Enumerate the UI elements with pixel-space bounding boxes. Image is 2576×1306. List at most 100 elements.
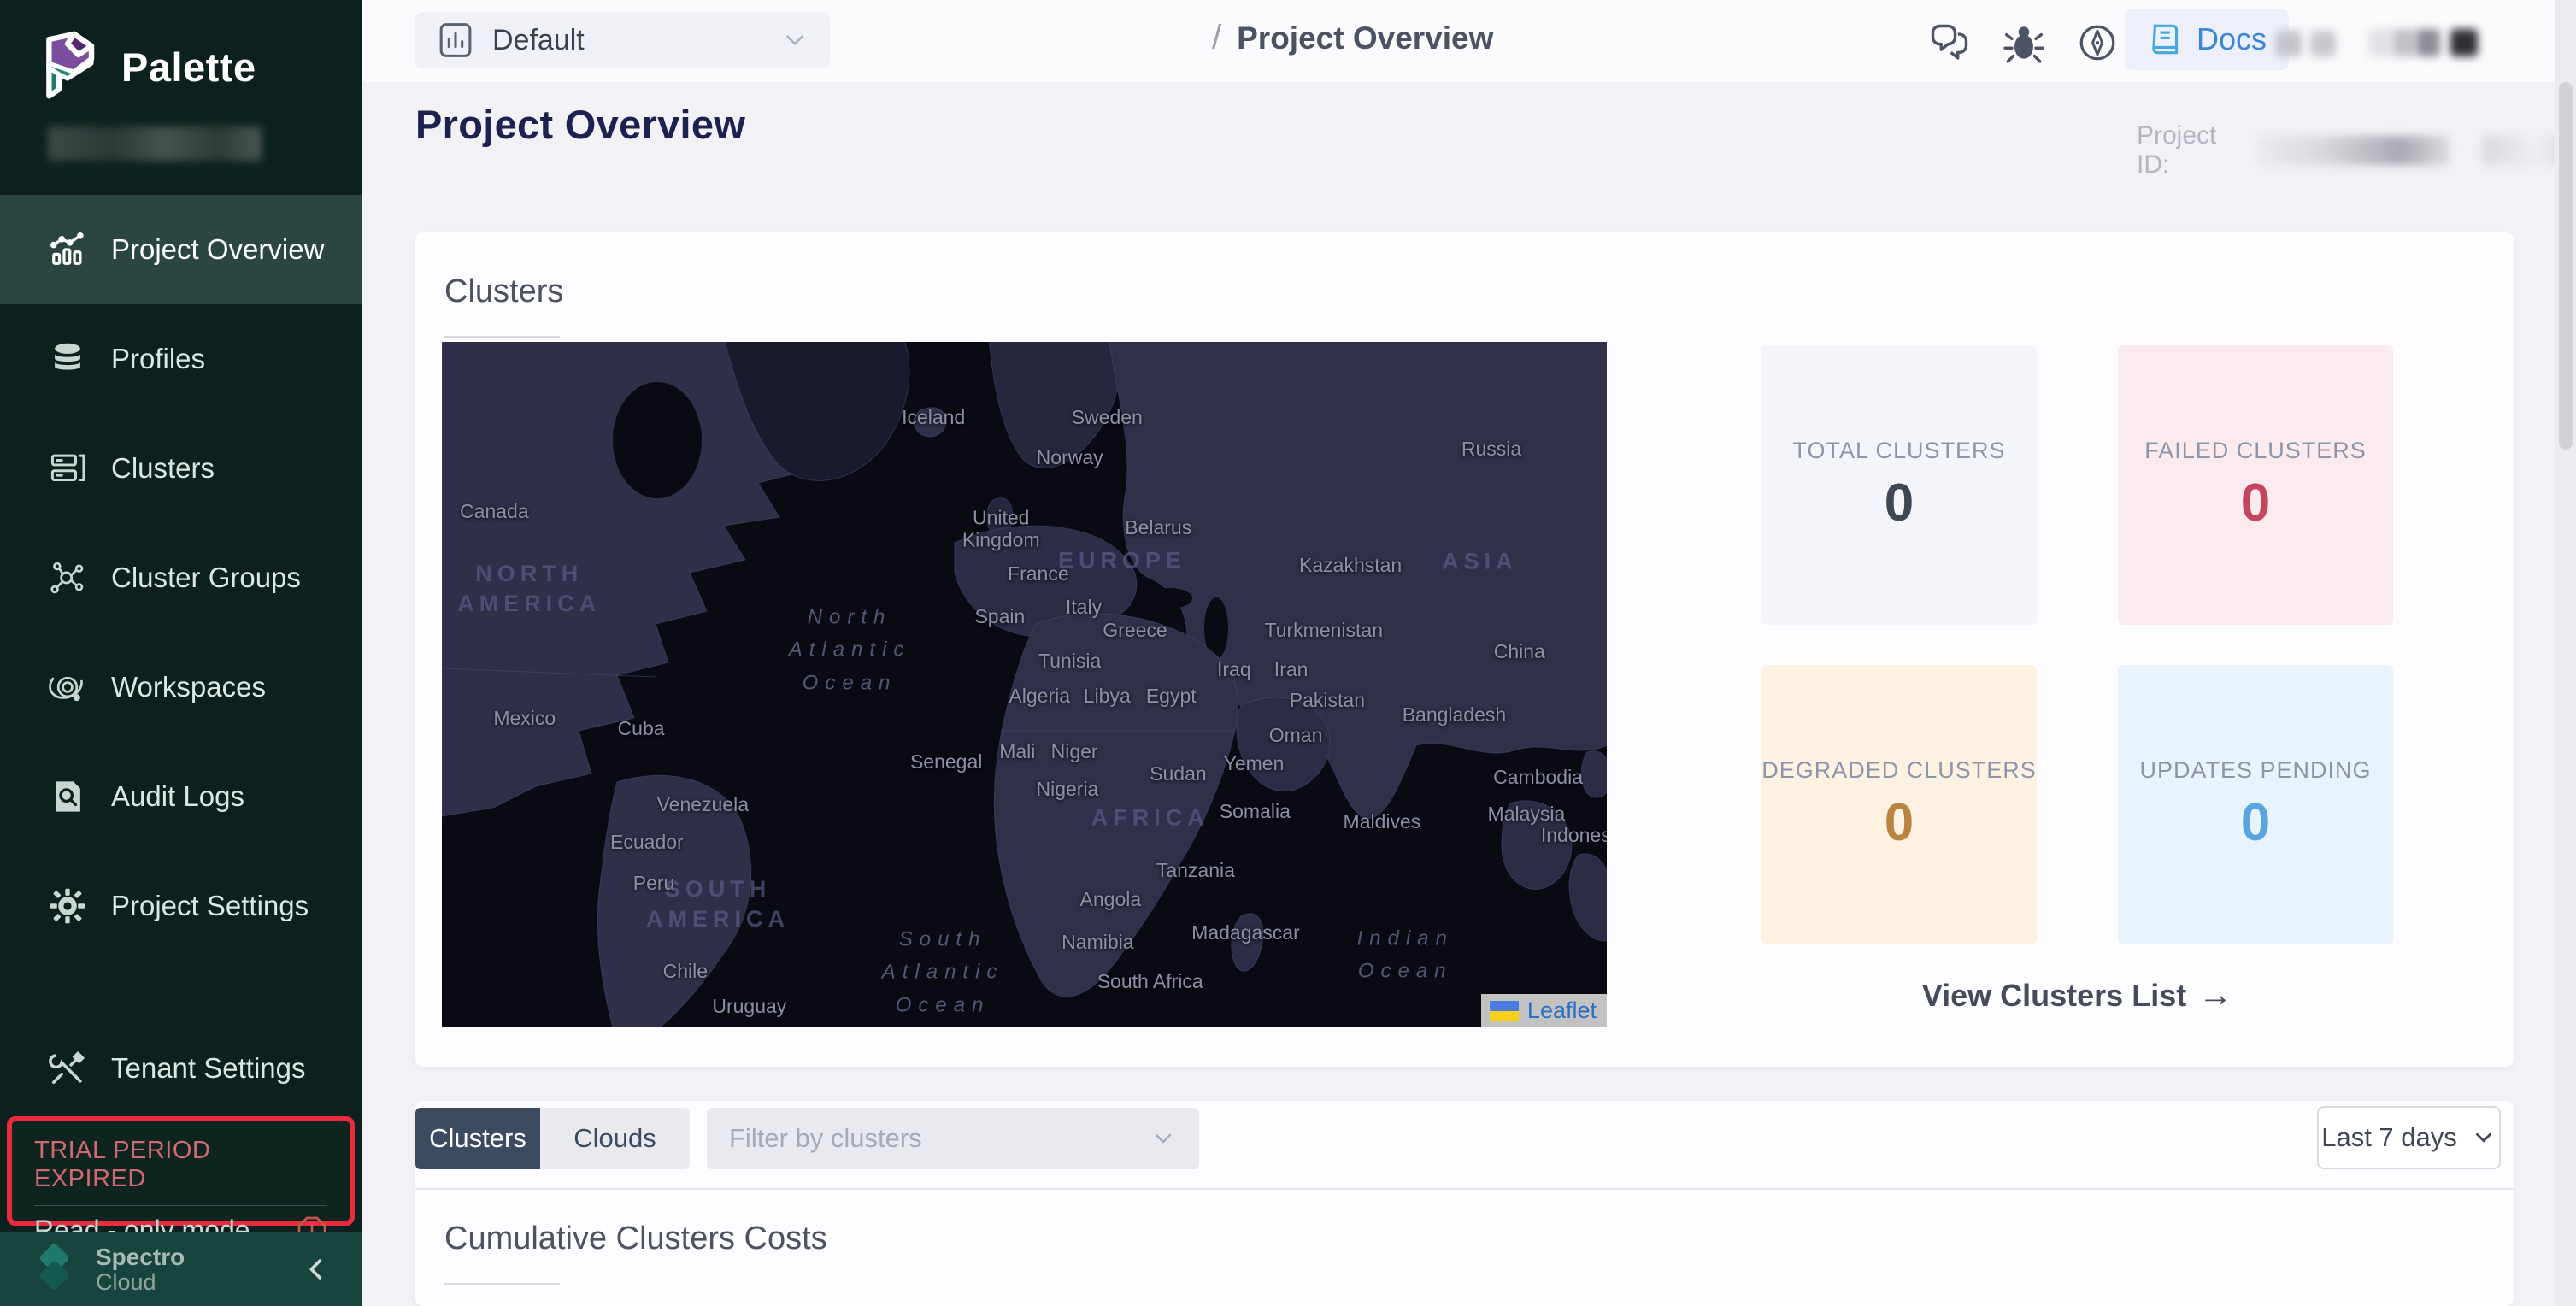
- stat-card-updates: UPDATES PENDING 0: [2118, 665, 2393, 944]
- sidebar-item-label: Project Settings: [111, 890, 309, 922]
- sidebar-item-project-overview[interactable]: Project Overview: [0, 195, 362, 304]
- sidebar-item-label: Clusters: [111, 452, 215, 485]
- sidebar-item-project-settings[interactable]: Project Settings: [0, 851, 362, 961]
- sidebar-item-label: Profiles: [111, 343, 205, 375]
- docs-button[interactable]: Docs: [2125, 9, 2289, 70]
- sidebar-item-label: Workspaces: [111, 671, 266, 703]
- stat-card-degraded: DEGRADED CLUSTERS 0: [1761, 665, 2037, 944]
- trial-divider: [34, 1205, 327, 1206]
- sidebar-item-label: Cluster Groups: [111, 562, 301, 594]
- app-logo: Palette: [0, 0, 362, 103]
- bug-icon: [2003, 21, 2045, 64]
- cluster-groups-network-icon: [48, 558, 87, 597]
- topbar: Default / Project Overview: [362, 0, 2576, 82]
- filter-placeholder: Filter by clusters: [729, 1123, 922, 1154]
- page-title: Project Overview: [415, 101, 745, 148]
- chat-bubbles-icon: [1927, 21, 1972, 65]
- project-id-label: Project ID:: [2137, 121, 2246, 179]
- sidebar-item-tenant-settings[interactable]: Tenant Settings: [0, 1014, 362, 1123]
- costs-tabs: Clusters Clouds: [415, 1108, 690, 1169]
- sidebar-item-clusters[interactable]: Clusters: [0, 414, 362, 523]
- sidebar-item-workspaces[interactable]: Workspaces: [0, 632, 362, 742]
- view-clusters-list-label: View Clusters List: [1922, 978, 2186, 1013]
- costs-divider: [415, 1188, 2514, 1190]
- sidebar-item-label: Tenant Settings: [111, 1052, 306, 1085]
- stat-value: 0: [2241, 473, 2270, 533]
- redacted-topbar-item: [2276, 31, 2302, 56]
- tab-clusters[interactable]: Clusters: [415, 1108, 540, 1169]
- redacted-topbar-item: [2416, 29, 2440, 56]
- costs-section-card: Clusters Clouds Filter by clusters Last …: [415, 1101, 2514, 1306]
- date-range-value: Last 7 days: [2321, 1122, 2457, 1153]
- trial-expired-banner: TRIAL PERIOD EXPIRED Read - only mode: [7, 1116, 355, 1226]
- sidebar-nav: Project Overview Profiles C: [0, 195, 362, 1123]
- breadcrumb-separator: /: [1212, 19, 1221, 57]
- leaflet-label: Leaflet: [1527, 997, 1597, 1024]
- bug-report-button[interactable]: [2000, 19, 2048, 67]
- section-title-underline: [444, 1283, 560, 1285]
- world-map-shapes: [442, 342, 1607, 1027]
- breadcrumb: / Project Overview: [1212, 19, 1493, 57]
- redacted-account-name: [48, 126, 262, 161]
- stat-label: FAILED CLUSTERS: [2144, 438, 2367, 464]
- ukraine-flag-icon: [1490, 1001, 1519, 1021]
- clusters-world-map[interactable]: IcelandSwedenNorwayRussiaCanadaUnited Ki…: [442, 342, 1607, 1027]
- redacted-topbar-item: [2368, 29, 2392, 56]
- profiles-stack-icon: [48, 339, 87, 379]
- trial-title: TRIAL PERIOD EXPIRED: [34, 1137, 327, 1193]
- cluster-stats-grid: TOTAL CLUSTERS0FAILED CLUSTERS0DEGRADED …: [1761, 345, 2393, 944]
- stat-label: DEGRADED CLUSTERS: [1761, 757, 2037, 784]
- chevron-down-icon: [2471, 1125, 2497, 1150]
- nav-divider-gap: [0, 961, 362, 1014]
- stat-label: TOTAL CLUSTERS: [1792, 438, 2005, 464]
- arrow-right-icon: →: [2198, 976, 2232, 1014]
- clusters-server-icon: [48, 449, 87, 488]
- redacted-topbar-item: [2450, 29, 2478, 56]
- clusters-section-card: Clusters: [415, 232, 2514, 1067]
- view-clusters-list-link[interactable]: View Clusters List →: [1761, 976, 2393, 1015]
- section-title-underline: [444, 336, 560, 338]
- brand-spectro: Spectro: [96, 1244, 185, 1269]
- project-selector-value: Default: [492, 24, 585, 57]
- filter-by-clusters-dropdown[interactable]: Filter by clusters: [707, 1108, 1199, 1169]
- sidebar-item-cluster-groups[interactable]: Cluster Groups: [0, 523, 362, 632]
- explore-button[interactable]: [2073, 19, 2121, 67]
- tab-clouds[interactable]: Clouds: [540, 1108, 690, 1169]
- stat-card-failed: FAILED CLUSTERS 0: [2118, 345, 2393, 625]
- scrollbar-thumb[interactable]: [2559, 82, 2573, 450]
- chevron-down-icon: [1150, 1125, 1177, 1152]
- clusters-section-title: Clusters: [444, 274, 563, 310]
- costs-section-title: Cumulative Clusters Costs: [444, 1221, 827, 1257]
- docs-label: Docs: [2197, 21, 2267, 57]
- stat-value: 0: [1885, 792, 1914, 853]
- compass-icon: [2076, 21, 2119, 64]
- sidebar-footer: Spectro Cloud: [0, 1232, 362, 1306]
- project-id-row: Project ID:: [2137, 121, 2576, 179]
- audit-logs-icon: [48, 777, 87, 816]
- project-selector-dropdown[interactable]: Default: [415, 12, 830, 68]
- book-icon: [2147, 21, 2185, 58]
- sidebar-item-profiles[interactable]: Profiles: [0, 304, 362, 414]
- date-range-dropdown[interactable]: Last 7 days: [2317, 1106, 2501, 1169]
- workspaces-orbit-icon: [48, 668, 87, 707]
- stat-value: 0: [1885, 473, 1914, 533]
- chat-button[interactable]: [1926, 19, 1973, 67]
- spectro-cloud-logo: [31, 1244, 80, 1294]
- page-scrollbar[interactable]: [2555, 0, 2576, 1306]
- brand-cloud: Cloud: [96, 1270, 185, 1294]
- map-attribution[interactable]: Leaflet: [1481, 994, 1607, 1027]
- project-chart-icon: [436, 21, 475, 60]
- sidebar-collapse-button[interactable]: [302, 1255, 331, 1284]
- sidebar-item-audit-logs[interactable]: Audit Logs: [0, 742, 362, 851]
- stat-label: UPDATES PENDING: [2139, 757, 2371, 784]
- tools-icon: [48, 1049, 87, 1088]
- app-title: Palette: [121, 44, 256, 91]
- palette-logo-icon: [34, 31, 101, 103]
- overview-chart-icon: [48, 230, 87, 269]
- breadcrumb-current[interactable]: Project Overview: [1237, 21, 1493, 56]
- chevron-down-icon: [780, 26, 809, 55]
- redacted-topbar-item: [2392, 29, 2416, 56]
- sidebar-item-label: Audit Logs: [111, 780, 244, 813]
- redacted-project-id: [2255, 136, 2450, 165]
- stat-value: 0: [2241, 792, 2270, 853]
